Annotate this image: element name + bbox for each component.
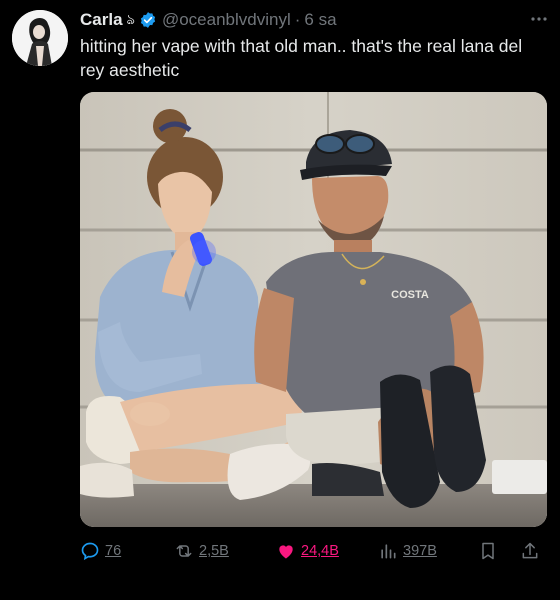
share-button[interactable] [520, 541, 540, 561]
views-icon [378, 541, 398, 561]
retweet-icon [174, 541, 194, 561]
tweet-text: hitting her vape with that old man.. tha… [80, 36, 523, 80]
shirt-print: COSTA [391, 289, 429, 301]
views-button[interactable]: 397B [378, 541, 437, 561]
share-icon [520, 541, 540, 561]
author-handle[interactable]: @oceanblvdvinyl [162, 10, 291, 30]
author-name[interactable]: Carla [80, 10, 123, 30]
author-name-emoji: ঌ [126, 11, 135, 27]
tweet-header: Carla ঌ @oceanblvdvinyl · 6 sa [80, 8, 546, 32]
tweet-time[interactable]: 6 sa [304, 10, 336, 30]
avatar[interactable] [12, 10, 68, 66]
separator-dot: · [294, 10, 301, 29]
like-button[interactable]: 24,4B [276, 541, 339, 561]
bookmark-button[interactable] [478, 541, 498, 561]
like-icon [276, 541, 296, 561]
bookmark-icon [478, 541, 498, 561]
more-icon[interactable] [530, 10, 548, 28]
retweet-count: 2,5B [199, 543, 229, 559]
like-count: 24,4B [301, 543, 339, 559]
views-count: 397B [403, 543, 437, 559]
retweet-button[interactable]: 2,5B [174, 541, 229, 561]
verified-badge-icon [139, 11, 157, 29]
reply-icon [80, 541, 100, 561]
tweet-actions: 76 2,5B 24,4B 397B [80, 538, 550, 564]
reply-button[interactable]: 76 [80, 541, 121, 561]
tweet-photo[interactable]: COSTA [80, 92, 547, 527]
tweet: Carla ঌ @oceanblvdvinyl · 6 sa hitting h… [0, 0, 560, 600]
reply-count: 76 [105, 543, 122, 559]
